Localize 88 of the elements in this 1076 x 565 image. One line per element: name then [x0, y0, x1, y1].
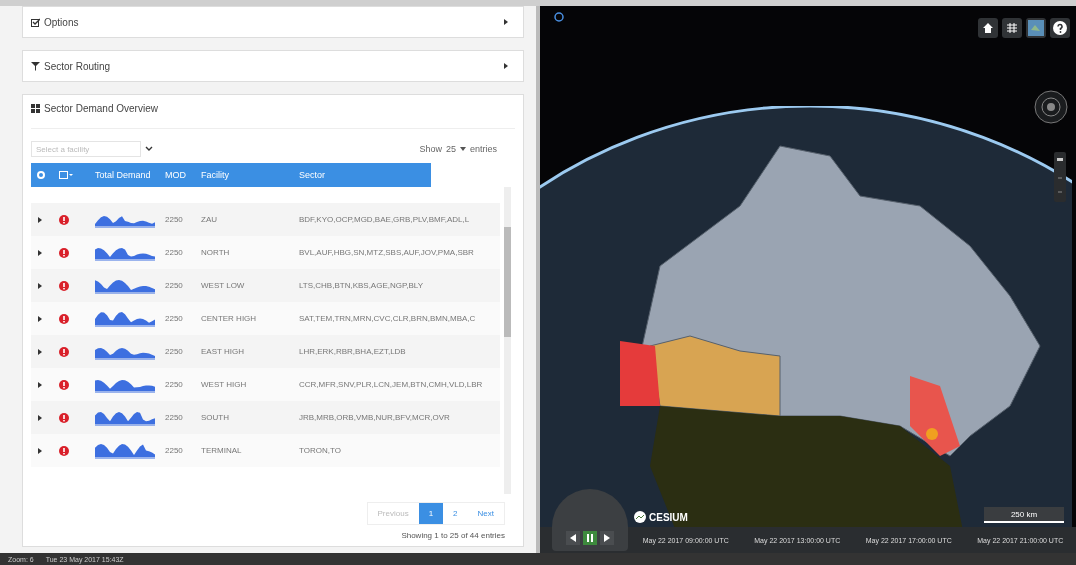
table-cell-text: CENTER HIGH [201, 314, 258, 323]
table-row[interactable]: 2250 ZAU BDF,KYO,OCP,MGD,BAE,GRB,PLV,BMF,ADL,L [31, 203, 500, 236]
table-cell-text: 2250 [165, 347, 184, 356]
table-row[interactable]: 2250 WEST LOW LTS,CHB,BTN,KBS,AGE,NGP,BLY [31, 269, 500, 302]
play-reverse-button[interactable] [566, 531, 580, 545]
rewind-icon [569, 534, 577, 542]
pause-icon [586, 534, 594, 542]
accordion-title: Options [44, 16, 79, 28]
sparkline-chart [95, 442, 155, 459]
table-cell-text: BDF,KYO,OCP,MGD,BAE,GRB,PLV,BMF,ADL,L [299, 215, 471, 224]
table-cell-text: SOUTH [201, 413, 230, 422]
table-row[interactable]: 2250 SOUTH JRB,MRB,ORB,VMB,NUR,BFV,MCR,OVR [31, 401, 500, 434]
table-row[interactable]: 2250 TERMINAL TORON,TO [31, 434, 500, 467]
table-info: Showing 1 to 25 of 44 entries [401, 531, 505, 540]
table-icon [31, 104, 40, 113]
caret-icon [37, 348, 43, 355]
scrollbar[interactable] [504, 187, 511, 494]
column-header[interactable]: Facility [201, 170, 299, 180]
table-cell-text: 2250 [165, 281, 184, 290]
home-button[interactable] [978, 18, 998, 38]
caret-right-icon [503, 19, 509, 25]
caret-icon [37, 414, 43, 421]
sparkline-chart [95, 310, 155, 327]
caret-icon [37, 447, 43, 454]
filter-icon [31, 61, 40, 71]
navigation-compass-icon[interactable] [1034, 90, 1068, 124]
gear-icon [37, 171, 45, 179]
table-cell-text: ZAU [201, 215, 218, 224]
chevron-down-icon [145, 146, 153, 152]
table-row[interactable]: 2250 CENTER HIGH SAT,TEM,TRN,MRN,CVC,CLR,BRN,BMN,MBA,C [31, 302, 500, 335]
accordion-header[interactable]: Options [22, 6, 524, 38]
circle-icon[interactable] [554, 12, 564, 22]
table-cell-text: LTS,CHB,BTN,KBS,AGE,NGP,BLY [299, 281, 425, 290]
grid-icon [1006, 22, 1018, 34]
logo-icon [634, 511, 646, 523]
scene-mode-button[interactable] [1002, 18, 1022, 38]
layer-picker-button[interactable] [1026, 18, 1046, 38]
table-cell-text: JRB,MRB,ORB,VMB,NUR,BFV,MCR,OVR [299, 413, 451, 422]
card-title: Sector Demand Overview [44, 103, 158, 114]
play-icon [603, 534, 611, 542]
caret-icon [37, 381, 43, 388]
column-header[interactable]: Total Demand [95, 170, 165, 180]
home-icon [982, 22, 994, 34]
zoom-control-icon[interactable] [1054, 152, 1066, 202]
checkbox-icon[interactable] [59, 171, 73, 179]
table-cell-text: CCR,MFR,SNV,PLR,LCN,JEM,BTN,CMH,VLD,LBR [299, 380, 484, 389]
caret-right-icon [503, 63, 509, 69]
help-button[interactable] [1050, 18, 1070, 38]
caret-icon [37, 282, 43, 289]
table-cell-text: 2250 [165, 413, 184, 422]
table-row[interactable]: 2250 WEST HIGH CCR,MFR,SNV,PLR,LCN,JEM,BTN,CMH,VLD,LBR [31, 368, 500, 401]
table-cell-text: 2250 [165, 314, 184, 323]
table-cell-text: TERMINAL [201, 446, 243, 455]
caret-icon [37, 315, 43, 322]
table-row[interactable]: 2250 EAST HIGH LHR,ERK,RBR,BHA,EZT,LDB [31, 335, 500, 368]
table-cell-text: WEST HIGH [201, 380, 248, 389]
caret-down-icon [460, 146, 466, 152]
accordion-header[interactable]: Sector Routing [22, 50, 524, 82]
table-cell-text: 2250 [165, 248, 184, 257]
table-cell-text: TORON,TO [299, 446, 342, 455]
table-cell-text: EAST HIGH [201, 347, 245, 356]
table-cell-text: NORTH [201, 248, 231, 257]
sparkline-chart [95, 409, 155, 426]
check-icon [31, 17, 40, 27]
logo-text: CESIUM [649, 511, 688, 523]
table-cell-text: 2250 [165, 215, 184, 224]
length-label: Show [419, 144, 442, 154]
sparkline-chart [95, 277, 155, 294]
accordion-title: Sector Routing [44, 60, 111, 72]
table-cell-text: 2250 [165, 446, 184, 455]
map-thumbnail-icon [1028, 20, 1044, 36]
table-cell-text: SAT,TEM,TRN,MRN,CVC,CLR,BRN,BMN,MBA,C [299, 314, 477, 323]
page-button[interactable]: 1 [418, 503, 444, 524]
pause-button[interactable] [583, 531, 597, 545]
table-cell-text: BVL,AUF,HBG,SN,MTZ,SBS,AUF,JOV,PMA,SBR [299, 248, 475, 257]
table-cell-text: WEST LOW [201, 281, 246, 290]
help-icon [1053, 21, 1067, 35]
length-label: entries [470, 144, 497, 154]
caret-icon [37, 249, 43, 256]
table-cell-text: LHR,ERK,RBR,BHA,EZT,LDB [299, 347, 407, 356]
column-header[interactable]: Sector [299, 170, 431, 180]
table-row[interactable]: 2250 NORTH BVL,AUF,HBG,SN,MTZ,SBS,AUF,JOV,PMA,SBR [31, 236, 500, 269]
scale-bar: 250 km [984, 507, 1064, 523]
length-select[interactable]: 25 [445, 144, 466, 154]
caret-icon [37, 216, 43, 223]
column-header[interactable]: MOD [165, 170, 201, 180]
table-cell-text: 2250 [165, 380, 184, 389]
play-forward-button[interactable] [600, 531, 614, 545]
